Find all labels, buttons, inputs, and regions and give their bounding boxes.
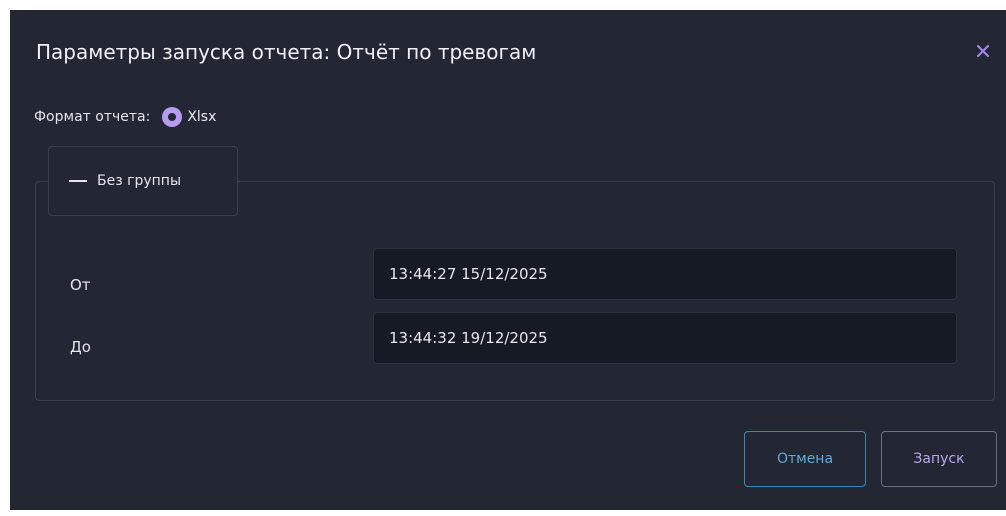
minus-icon <box>69 180 87 182</box>
group-toggle[interactable]: Без группы <box>48 146 238 216</box>
close-icon <box>976 44 990 58</box>
to-label: До <box>70 338 91 356</box>
format-row: Формат отчета: Xlsx <box>34 104 216 130</box>
close-button[interactable] <box>972 40 994 62</box>
cancel-button[interactable]: Отмена <box>744 431 866 487</box>
group-label: Без группы <box>97 173 181 189</box>
from-label: От <box>70 276 91 294</box>
radio-selected-dot <box>168 113 177 121</box>
dialog-title: Параметры запуска отчета: Отчёт по трево… <box>36 40 537 64</box>
format-label: Формат отчета: <box>34 109 151 125</box>
xlsx-radio-button[interactable] <box>162 107 183 127</box>
xlsx-radio-label[interactable]: Xlsx <box>187 109 216 125</box>
to-date-input[interactable] <box>373 312 957 364</box>
report-params-dialog: Параметры запуска отчета: Отчёт по трево… <box>10 10 1006 510</box>
from-date-input[interactable] <box>373 248 957 300</box>
run-button[interactable]: Запуск <box>881 431 997 487</box>
